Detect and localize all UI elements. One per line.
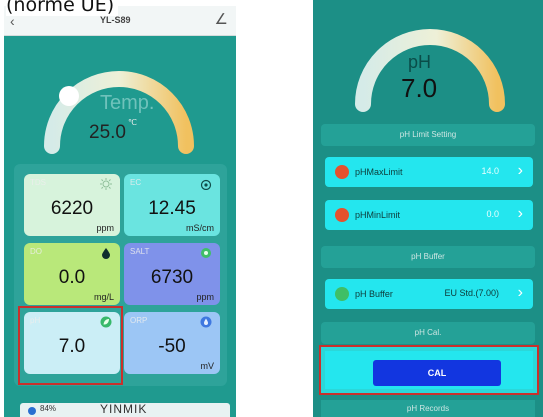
leaf-icon <box>335 287 349 301</box>
gauge-knob <box>59 86 79 106</box>
ph-max-limit-row[interactable]: pHMaxLimit 14.0 › <box>325 157 533 187</box>
ph-value: 7.0 <box>401 73 438 103</box>
temperature-label: Temp. <box>100 92 155 114</box>
cal-button[interactable]: CAL <box>373 360 501 386</box>
card-tds[interactable]: TDS 6220 ppm <box>24 174 120 236</box>
card-unit: ppm <box>196 292 214 302</box>
card-unit: mS/cm <box>186 223 214 233</box>
card-salt[interactable]: SALT 6730 ppm <box>124 243 220 305</box>
card-label: ORP <box>130 316 148 325</box>
card-unit: mg/L <box>93 292 114 302</box>
chevron-right-icon[interactable]: › <box>518 284 523 302</box>
card-unit: mV <box>200 361 215 371</box>
ph-min-limit-row[interactable]: pHMinLimit 0.0 › <box>325 200 533 230</box>
ph-buffer-label: pH Buffer <box>355 289 393 299</box>
limit-setting-header: pH Limit Setting <box>321 124 535 146</box>
ph-title: pH <box>408 52 432 72</box>
salt-icon <box>201 248 211 258</box>
chevron-right-icon[interactable]: › <box>518 162 523 180</box>
bottom-bar: 84% YINMIK <box>20 402 230 417</box>
battery-level: 84% <box>40 404 57 413</box>
card-orp[interactable]: ORP -50 mV <box>124 312 220 374</box>
drop-icon <box>200 179 212 190</box>
card-label: DO <box>30 247 42 256</box>
ph-buffer-value: EU Std.(7.00) <box>444 288 499 298</box>
brand-logo: YINMIK <box>100 402 148 416</box>
thermometer-down-icon <box>335 208 349 222</box>
card-value: 6220 <box>50 198 94 219</box>
ph-card-highlight <box>18 306 123 385</box>
card-unit: ppm <box>96 223 114 233</box>
device-name: YL-S89 <box>100 15 131 25</box>
ph-max-limit-label: pHMaxLimit <box>355 167 403 177</box>
buffer-header: pH Buffer <box>321 246 535 268</box>
chevron-right-icon[interactable]: › <box>518 205 523 223</box>
orp-drop-icon <box>200 316 212 328</box>
cal-highlight: CAL <box>319 345 539 395</box>
card-value: -50 <box>158 336 186 357</box>
card-label: SALT <box>130 247 150 256</box>
ph-min-limit-value: 0.0 <box>486 209 499 219</box>
battery-icon <box>28 407 36 415</box>
cal-row: CAL <box>325 351 533 389</box>
oxygen-drop-icon <box>102 248 110 259</box>
card-value: 6730 <box>150 267 194 288</box>
pencil-icon[interactable]: ∠ <box>215 10 228 28</box>
sun-icon <box>100 178 112 190</box>
temperature-unit: ℃ <box>128 118 137 127</box>
cal-header: pH Cal. <box>321 322 535 344</box>
ph-min-limit-label: pHMinLimit <box>355 210 401 220</box>
caption-text: (norme UE) <box>6 0 119 16</box>
card-label: EC <box>130 178 142 187</box>
card-ec[interactable]: EC 12.45 mS/cm <box>124 174 220 236</box>
temperature-value: 25.0 <box>89 122 126 143</box>
thermometer-up-icon <box>335 165 349 179</box>
ph-buffer-row[interactable]: pH Buffer EU Std.(7.00) › <box>325 279 533 309</box>
card-label: TDS <box>30 178 46 187</box>
card-value: 0.0 <box>58 267 86 288</box>
card-value: 12.45 <box>148 198 196 219</box>
records-header: pH Records <box>321 400 535 417</box>
card-do[interactable]: DO 0.0 mg/L <box>24 243 120 305</box>
ph-max-limit-value: 14.0 <box>481 166 499 176</box>
